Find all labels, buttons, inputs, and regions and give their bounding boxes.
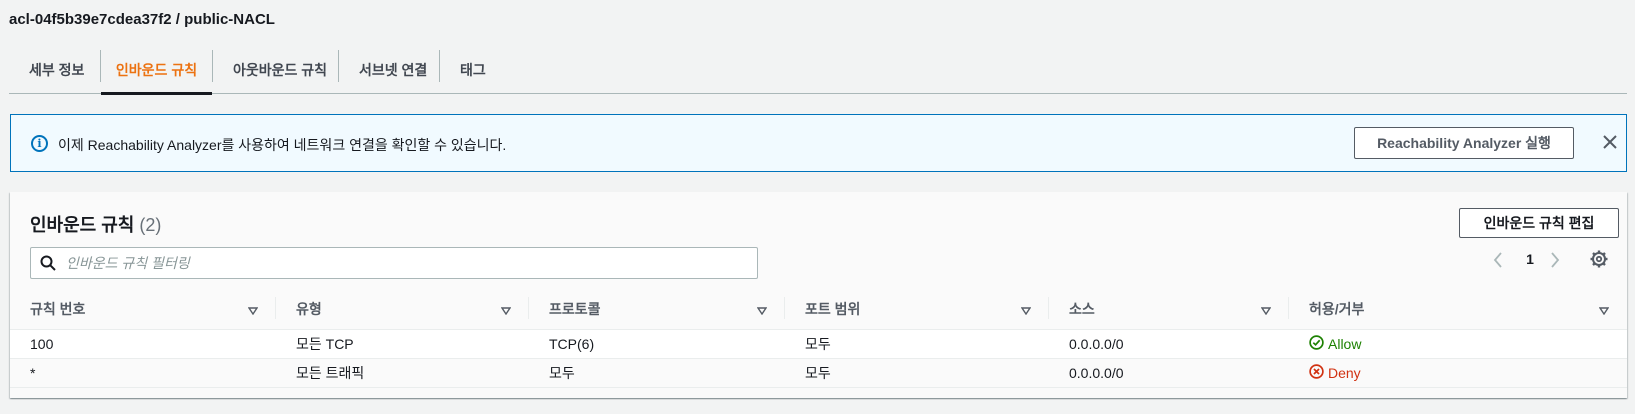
tab-subnet-associations[interactable]: 서브넷 연결 — [359, 46, 427, 93]
table-row[interactable]: * 모든 트래픽 모두 모두 0.0.0.0/0 Deny — [10, 358, 1627, 388]
active-tab-indicator — [101, 92, 212, 95]
panel-title-text: 인바운드 규칙 — [30, 215, 135, 235]
filter-search-box — [30, 247, 758, 279]
flash-message: 이제 Reachability Analyzer를 사용하여 네트워크 연결을 … — [58, 137, 507, 153]
column-header-port-range[interactable]: 포트 범위 — [785, 287, 1049, 330]
tab-label: 서브넷 연결 — [359, 61, 428, 78]
x-circle-icon — [1309, 363, 1324, 382]
column-label: 허용/거부 — [1309, 301, 1365, 317]
status-text: Allow — [1328, 335, 1362, 352]
rule-count: (2) — [139, 215, 162, 235]
cell-port-range: 모두 — [785, 329, 1049, 359]
filter-input[interactable] — [66, 253, 746, 273]
inbound-rules-table: 규칙 번호 유형 프로토콜 포트 범위 소스 허용/거부 100 모든 TCP … — [10, 287, 1627, 388]
tab-bar: 세부 정보 인바운드 규칙 아웃바운드 규칙 서브넷 연결 태그 — [9, 46, 1627, 95]
cell-protocol: TCP(6) — [529, 329, 785, 359]
cell-rule-number: * — [10, 358, 276, 388]
sort-icon[interactable] — [247, 302, 259, 318]
previous-page-icon[interactable] — [1493, 252, 1503, 273]
tab-label: 태그 — [460, 61, 486, 78]
cell-type: 모든 트래픽 — [276, 358, 529, 388]
column-header-allow-deny[interactable]: 허용/거부 — [1289, 287, 1627, 330]
cell-allow-deny: Allow — [1289, 329, 1627, 359]
table-header-row: 규칙 번호 유형 프로토콜 포트 범위 소스 허용/거부 — [10, 287, 1627, 330]
edit-inbound-rules-button[interactable]: 인바운드 규칙 편집 — [1459, 208, 1619, 238]
cell-source: 0.0.0.0/0 — [1049, 329, 1289, 359]
tab-outbound-rules[interactable]: 아웃바운드 규칙 — [233, 46, 327, 93]
next-page-icon[interactable] — [1550, 252, 1560, 273]
run-reachability-analyzer-button[interactable]: Reachability Analyzer 실행 — [1354, 127, 1574, 159]
sort-icon[interactable] — [1598, 302, 1610, 318]
sort-icon[interactable] — [1260, 302, 1272, 318]
column-header-rule-number[interactable]: 규칙 번호 — [10, 287, 276, 330]
tab-inbound-rules[interactable]: 인바운드 규칙 — [101, 46, 212, 95]
inbound-rules-panel: 인바운드 규칙 (2) 인바운드 규칙 편집 1 규칙 번호 — [10, 192, 1627, 398]
deny-status: Deny — [1309, 363, 1361, 382]
allow-status: Allow — [1309, 334, 1362, 353]
tab-tags[interactable]: 태그 — [460, 46, 486, 93]
column-label: 유형 — [296, 301, 322, 317]
sort-icon[interactable] — [500, 302, 512, 318]
cell-rule-number: 100 — [10, 329, 276, 359]
panel-title: 인바운드 규칙 (2) — [30, 211, 161, 237]
cell-type: 모든 TCP — [276, 329, 529, 359]
page-title: acl-04f5b39e7cdea37f2 / public-NACL — [9, 11, 275, 28]
gear-icon[interactable] — [1590, 250, 1608, 273]
tab-divider — [439, 50, 440, 82]
info-icon: i — [31, 135, 48, 152]
status-text: Deny — [1328, 364, 1361, 381]
column-label: 포트 범위 — [805, 301, 861, 317]
cell-source: 0.0.0.0/0 — [1049, 358, 1289, 388]
column-header-type[interactable]: 유형 — [276, 287, 529, 330]
close-icon[interactable] — [1599, 129, 1621, 155]
cell-allow-deny: Deny — [1289, 358, 1627, 388]
cell-protocol: 모두 — [529, 358, 785, 388]
sort-icon[interactable] — [1020, 302, 1032, 318]
cell-port-range: 모두 — [785, 358, 1049, 388]
tab-details[interactable]: 세부 정보 — [29, 46, 84, 93]
table-row[interactable]: 100 모든 TCP TCP(6) 모두 0.0.0.0/0 Allow — [10, 329, 1627, 359]
page-number[interactable]: 1 — [1522, 251, 1538, 267]
column-label: 소스 — [1069, 301, 1095, 317]
tab-divider — [338, 50, 339, 82]
column-label: 프로토콜 — [549, 301, 601, 317]
check-circle-icon — [1309, 334, 1324, 353]
tab-label: 아웃바운드 규칙 — [233, 61, 328, 78]
sort-icon[interactable] — [756, 302, 768, 318]
tab-label: 인바운드 규칙 — [115, 61, 198, 78]
search-icon — [40, 255, 56, 276]
tab-divider — [212, 50, 213, 82]
column-label: 규칙 번호 — [30, 301, 86, 317]
column-header-protocol[interactable]: 프로토콜 — [529, 287, 785, 330]
tab-label: 세부 정보 — [29, 61, 85, 78]
column-header-source[interactable]: 소스 — [1049, 287, 1289, 330]
info-flashbar: i 이제 Reachability Analyzer를 사용하여 네트워크 연결… — [10, 114, 1627, 172]
